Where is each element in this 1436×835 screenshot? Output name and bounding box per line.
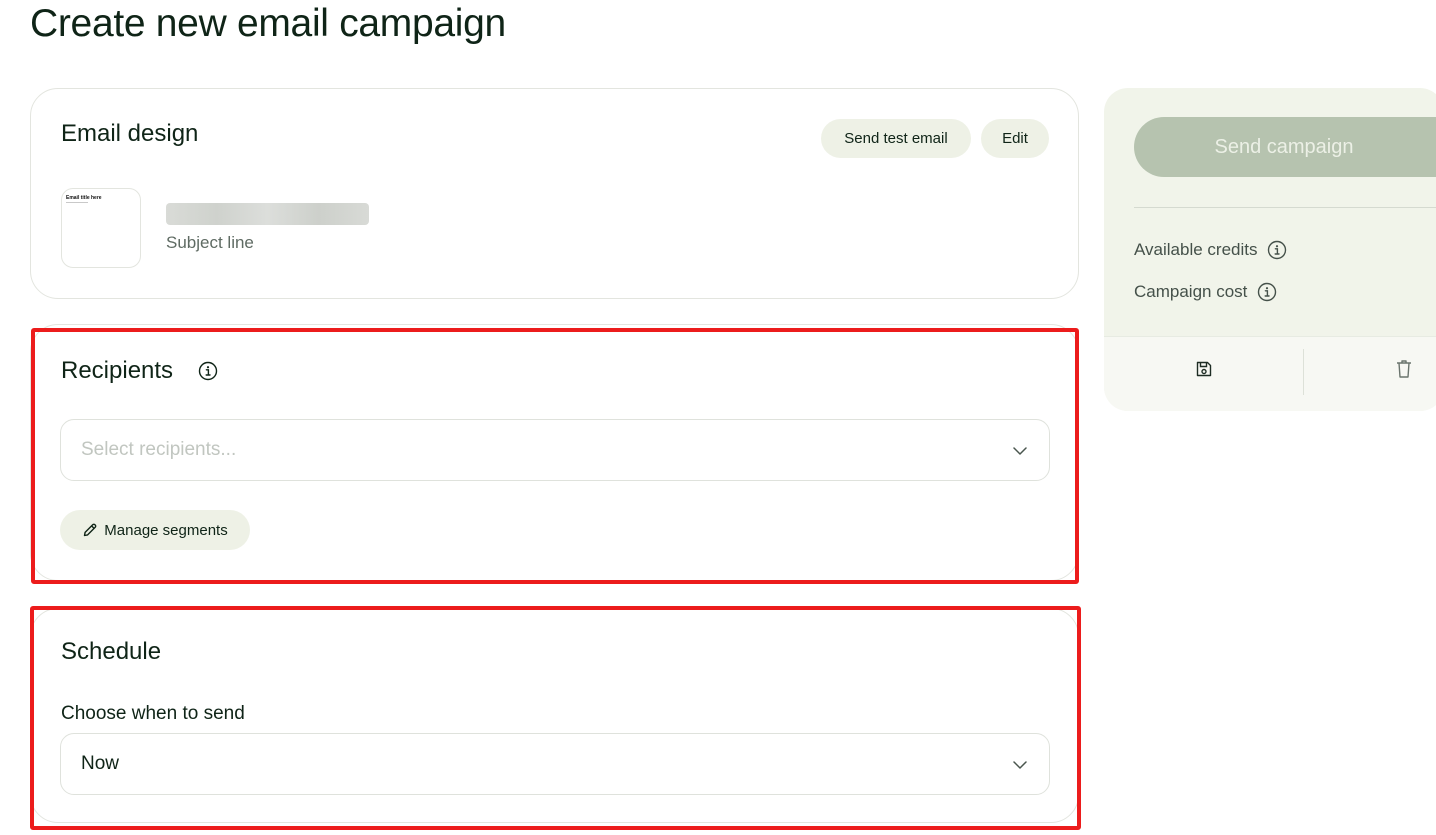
edit-button[interactable]: Edit <box>981 119 1049 158</box>
schedule-card: Schedule Choose when to send Now <box>30 608 1079 823</box>
send-test-email-button[interactable]: Send test email <box>821 119 971 158</box>
info-icon[interactable] <box>1257 282 1277 302</box>
chevron-down-icon <box>1011 442 1029 466</box>
recipients-card: Recipients Select recipients... Manage s… <box>30 324 1079 581</box>
pencil-icon <box>82 522 98 538</box>
side-panel-footer <box>1104 336 1436 411</box>
side-divider <box>1134 207 1436 208</box>
campaign-cost-row: Campaign cost <box>1134 282 1277 302</box>
info-icon[interactable] <box>198 361 218 381</box>
send-time-value: Now <box>81 753 120 774</box>
save-draft-button[interactable] <box>1192 357 1216 381</box>
schedule-title: Schedule <box>61 638 162 665</box>
save-icon <box>1194 359 1214 379</box>
thumbnail-title: Email title here <box>66 195 102 201</box>
delete-campaign-button[interactable] <box>1392 357 1416 381</box>
email-design-title: Email design <box>61 120 199 147</box>
send-time-select[interactable]: Now <box>60 733 1050 795</box>
email-thumbnail[interactable]: Email title here <box>61 188 141 268</box>
footer-separator <box>1303 349 1304 395</box>
recipients-title: Recipients <box>61 357 174 384</box>
trash-icon <box>1394 358 1414 380</box>
email-design-card: Email design Send test email Edit Email … <box>30 88 1079 299</box>
recipients-select-placeholder: Select recipients... <box>81 439 237 460</box>
chevron-down-icon <box>1011 756 1029 780</box>
campaign-side-panel: Send campaign Available credits Campaign… <box>1104 88 1436 411</box>
send-time-label: Choose when to send <box>61 703 245 724</box>
subject-text-blurred <box>166 203 369 225</box>
campaign-cost-label: Campaign cost <box>1134 282 1248 301</box>
page-title: Create new email campaign <box>30 2 506 45</box>
manage-segments-button[interactable]: Manage segments <box>60 510 250 550</box>
manage-segments-label: Manage segments <box>104 521 228 539</box>
send-campaign-button[interactable]: Send campaign <box>1134 117 1436 177</box>
subject-line-label: Subject line <box>166 233 254 252</box>
available-credits-row: Available credits <box>1134 240 1287 260</box>
info-icon[interactable] <box>1267 240 1287 260</box>
available-credits-label: Available credits <box>1134 240 1258 259</box>
thumbnail-text-line <box>66 202 88 203</box>
recipients-select[interactable]: Select recipients... <box>60 419 1050 481</box>
